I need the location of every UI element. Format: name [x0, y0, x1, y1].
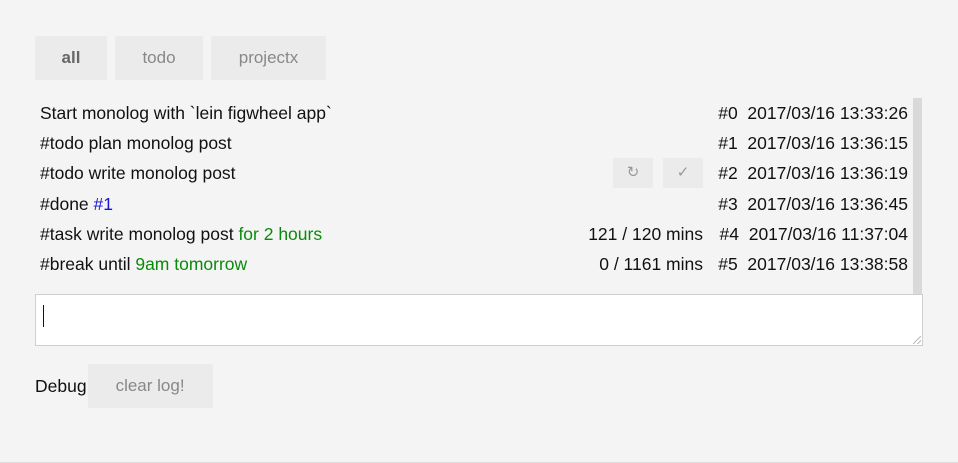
- log-meta: #5 2017/03/16 13:38:58: [718, 254, 908, 274]
- log-text: #done #1: [40, 194, 113, 214]
- log-text: #todo write monolog post: [40, 163, 236, 183]
- debug-bar: Debug clear log!: [35, 364, 213, 408]
- log-text: #break until 9am tomorrow: [40, 254, 248, 274]
- tab-todo[interactable]: todo: [115, 36, 203, 80]
- log-meta: #2 2017/03/16 13:36:19: [718, 163, 908, 183]
- log-text: Start monolog with `lein figwheel app`: [40, 103, 332, 123]
- tab-bar: all todo projectx: [35, 36, 334, 80]
- duration-annotation: for 2 hours: [238, 224, 323, 244]
- log-text: #todo plan monolog post: [40, 133, 232, 153]
- log-scrollbar[interactable]: [913, 98, 922, 294]
- repeat-button[interactable]: ↻: [613, 158, 653, 188]
- log-row: #done #1 #3 2017/03/16 13:36:45: [40, 189, 908, 219]
- duration-progress: 0 / 1161 mins: [599, 254, 703, 274]
- check-button[interactable]: ✓: [663, 158, 703, 188]
- log-row: #break until 9am tomorrow 0 / 1161 mins …: [40, 249, 908, 279]
- log-list: Start monolog with `lein figwheel app` #…: [35, 98, 922, 294]
- duration-progress: 121 / 120 mins: [588, 224, 703, 244]
- clear-log-button[interactable]: clear log!: [87, 364, 213, 408]
- tab-projectx[interactable]: projectx: [211, 36, 326, 80]
- text-caret: [43, 305, 44, 327]
- time-annotation: 9am tomorrow: [135, 254, 248, 274]
- log-text: #task write monolog post for 2 hours: [40, 224, 323, 244]
- log-row: #task write monolog post for 2 hours 121…: [40, 219, 908, 249]
- log-meta: #3 2017/03/16 13:36:45: [718, 194, 908, 214]
- log-meta: #4 2017/03/16 11:37:04: [719, 224, 908, 244]
- tab-all[interactable]: all: [35, 36, 107, 80]
- entry-reference-link[interactable]: #1: [94, 194, 113, 214]
- log-row: #todo write monolog post ↻ ✓ #2 2017/03/…: [40, 158, 908, 188]
- log-meta: #0 2017/03/16 13:33:26: [718, 103, 908, 123]
- log-meta: #1 2017/03/16 13:36:15: [718, 133, 908, 153]
- resize-handle-icon[interactable]: [913, 336, 921, 344]
- log-row: #todo plan monolog post #1 2017/03/16 13…: [40, 128, 908, 158]
- entry-input[interactable]: [35, 294, 923, 346]
- debug-label: Debug: [35, 375, 87, 396]
- log-row: Start monolog with `lein figwheel app` #…: [40, 98, 908, 128]
